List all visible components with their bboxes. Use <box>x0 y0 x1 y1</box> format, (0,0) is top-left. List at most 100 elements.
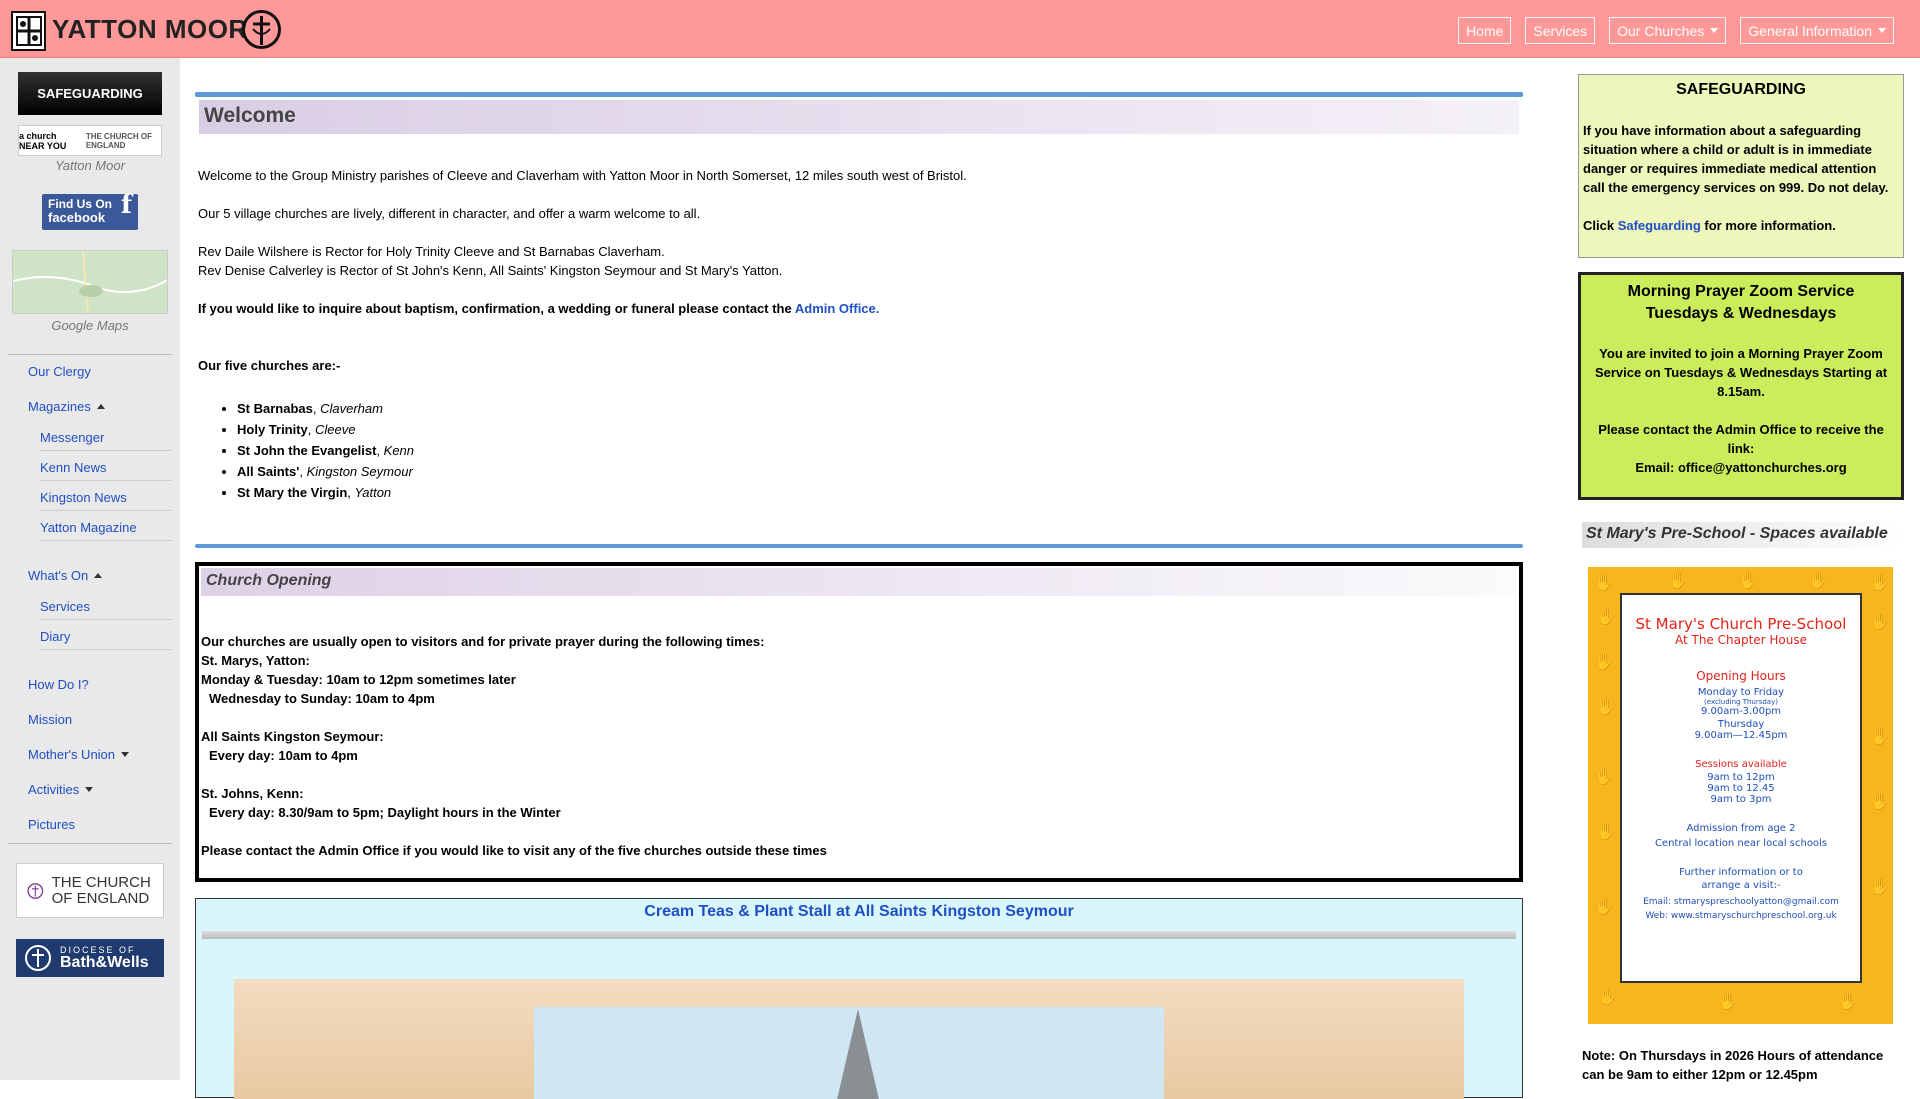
safeguarding-box: SAFEGUARDING If you have information abo… <box>1578 74 1904 258</box>
church-list: St Barnabas, Claverham Holy Trinity, Cle… <box>237 401 414 506</box>
nav-home[interactable]: Home <box>1458 17 1512 44</box>
rector-text-2: Rev Denise Calverley is Rector of St Joh… <box>198 263 783 278</box>
safeguarding-button[interactable]: SAFEGUARDING <box>18 72 162 115</box>
sidebar-item-activities[interactable]: Activities <box>28 782 94 797</box>
preschool-poster-panel: St Mary's Church Pre-School At The Chapt… <box>1620 593 1862 983</box>
hand-icon: ✋ <box>1870 879 1890 896</box>
sidebar-item-services[interactable]: Services <box>40 599 172 620</box>
sidebar-item-magazines[interactable]: Magazines <box>28 399 105 414</box>
poster-text: 9am to 12pm <box>1707 772 1775 783</box>
safeguarding-heading: SAFEGUARDING <box>1676 81 1806 98</box>
morning-prayer-contact: Please contact the Admin Office to recei… <box>1598 422 1884 456</box>
admin-office-link[interactable]: Admin Office. <box>795 301 880 316</box>
sidebar-item-messenger[interactable]: Messenger <box>40 430 172 451</box>
opening-line: Please contact the Admin Office if you w… <box>201 843 827 858</box>
safeguarding-link[interactable]: Safeguarding <box>1618 218 1701 233</box>
acny-caption: Yatton Moor <box>55 158 125 173</box>
morning-prayer-title: Morning Prayer Zoom Service <box>1627 283 1855 300</box>
yatton-moor-logo-icon[interactable] <box>11 11 46 51</box>
inquire-text: If you would like to inquire about bapti… <box>198 301 880 316</box>
chevron-down-icon <box>121 752 130 757</box>
google-map-thumbnail[interactable] <box>12 250 168 314</box>
divider <box>202 931 1516 939</box>
hand-icon: ✋ <box>1738 573 1758 590</box>
morning-prayer-email[interactable]: Email: office@yattonchurches.org <box>1581 458 1901 477</box>
hand-icon: ✋ <box>1838 994 1858 1011</box>
sidebar-item-mission[interactable]: Mission <box>28 712 72 727</box>
chevron-down-icon <box>1878 28 1886 33</box>
church-of-england-icon <box>27 882 44 899</box>
sidebar-item-pictures[interactable]: Pictures <box>28 817 75 832</box>
church-cross-logo-icon <box>241 9 282 50</box>
hand-icon: ✋ <box>1668 573 1688 590</box>
site-title[interactable]: YATTON MOOR <box>52 14 248 45</box>
chevron-up-icon <box>94 573 103 578</box>
nav-our-churches[interactable]: Our Churches <box>1609 17 1727 44</box>
poster-title: St Mary's Church Pre-School <box>1635 615 1847 633</box>
cream-teas-heading: Cream Teas & Plant Stall at All Saints K… <box>644 903 1074 920</box>
list-item: Holy Trinity, Cleeve <box>237 422 414 443</box>
preschool-note: Note: On Thursdays in 2026 Hours of atte… <box>1582 1048 1884 1082</box>
sidebar-item-how-do-i[interactable]: How Do I? <box>28 677 89 692</box>
nav-services[interactable]: Services <box>1525 17 1596 44</box>
sidebar-item-diary[interactable]: Diary <box>40 629 172 650</box>
safeguarding-click-line: Click Safeguarding for more information. <box>1583 218 1836 233</box>
morning-prayer-invite: You are invited to join a Morning Prayer… <box>1594 346 1888 399</box>
poster-text: 9am to 3pm <box>1710 794 1772 805</box>
list-item: St Mary the Virgin, Yatton <box>237 485 414 506</box>
sidebar-item-yatton-magazine[interactable]: Yatton Magazine <box>40 520 172 541</box>
hand-icon: ✋ <box>1594 575 1614 592</box>
church-spire-icon <box>836 1009 880 1099</box>
divider <box>195 544 1523 548</box>
opening-line: Every day: 8.30/9am to 5pm; Daylight hou… <box>209 805 561 820</box>
main-nav: Home Services Our Churches General Infor… <box>1458 17 1894 44</box>
morning-prayer-box: Morning Prayer Zoom Service Tuesdays & W… <box>1578 272 1904 500</box>
hand-icon: ✋ <box>1870 575 1890 592</box>
hand-icon: ✋ <box>1870 794 1890 811</box>
hand-icon: ✋ <box>1598 989 1618 1006</box>
poster-text: (excluding Thursday) <box>1704 698 1778 706</box>
hand-icon: ✋ <box>1594 899 1614 916</box>
opening-line: All Saints Kingston Seymour: <box>201 729 384 744</box>
poster-text: 9.00am—12.45pm <box>1694 730 1788 741</box>
hand-icon: ✋ <box>1718 994 1738 1011</box>
sidebar-item-kenn-news[interactable]: Kenn News <box>40 460 172 481</box>
a-church-near-you-logo[interactable]: a church NEAR YOU THE CHURCH OF ENGLAND <box>18 125 162 156</box>
preschool-poster[interactable]: ✋ ✋ ✋ ✋ ✋ ✋ ✋ ✋ ✋ ✋ ✋ ✋ ✋ ✋ ✋ ✋ ✋ ✋ St M… <box>1588 567 1893 1024</box>
hand-icon: ✋ <box>1596 699 1616 716</box>
divider <box>195 92 1523 97</box>
divider <box>8 354 172 355</box>
morning-prayer-subtitle: Tuesdays & Wednesdays <box>1645 305 1837 322</box>
sidebar: SAFEGUARDING a church NEAR YOU THE CHURC… <box>0 58 180 1080</box>
five-churches-heading: Our five churches are:- <box>198 358 341 373</box>
hand-icon: ✋ <box>1596 609 1616 626</box>
nav-general-information[interactable]: General Information <box>1740 17 1894 44</box>
list-item: St John the Evangelist, Kenn <box>237 443 414 464</box>
intro-text: Welcome to the Group Ministry parishes o… <box>198 168 967 183</box>
hand-icon: ✋ <box>1808 573 1828 590</box>
top-bar: YATTON MOOR Home Services Our Churches G… <box>0 0 1920 58</box>
preschool-heading: St Mary's Pre-School - Spaces available <box>1582 522 1902 548</box>
chevron-down-icon <box>1710 28 1719 33</box>
facebook-button[interactable]: Find Us On facebook f <box>42 192 138 230</box>
sidebar-item-kingston-news[interactable]: Kingston News <box>40 490 172 511</box>
hand-icon: ✋ <box>1594 654 1614 671</box>
sidebar-item-mothers-union[interactable]: Mother's Union <box>28 747 130 762</box>
poster-text: Thursday <box>1717 719 1765 730</box>
poster-text: Sessions available <box>1695 759 1787 770</box>
main-content: Welcome Welcome to the Group Ministry pa… <box>195 92 1523 1099</box>
poster-text: 9.00am-3.00pm <box>1700 706 1782 717</box>
church-of-england-logo[interactable]: THE CHURCH OF ENGLAND <box>16 863 164 918</box>
diocese-bath-wells-logo[interactable]: DIOCESE OF Bath&Wells <box>16 939 164 977</box>
church-opening-box: Church Opening Our churches are usually … <box>195 562 1523 882</box>
opening-line: St. Marys, Yatton: <box>201 653 310 668</box>
list-item: All Saints', Kingston Seymour <box>237 464 414 485</box>
rector-text-1: Rev Daile Wilshere is Rector for Holy Tr… <box>198 244 665 259</box>
poster-text: Email: stmaryspreschoolyatton@gmail.com <box>1643 897 1839 907</box>
sidebar-item-whats-on[interactable]: What's On <box>28 568 103 583</box>
divider <box>8 843 172 844</box>
poster-text: 9am to 12.45 <box>1707 783 1775 794</box>
sidebar-item-our-clergy[interactable]: Our Clergy <box>28 364 91 379</box>
welcome-heading: Welcome <box>199 100 1519 134</box>
diocese-icon <box>25 945 51 971</box>
